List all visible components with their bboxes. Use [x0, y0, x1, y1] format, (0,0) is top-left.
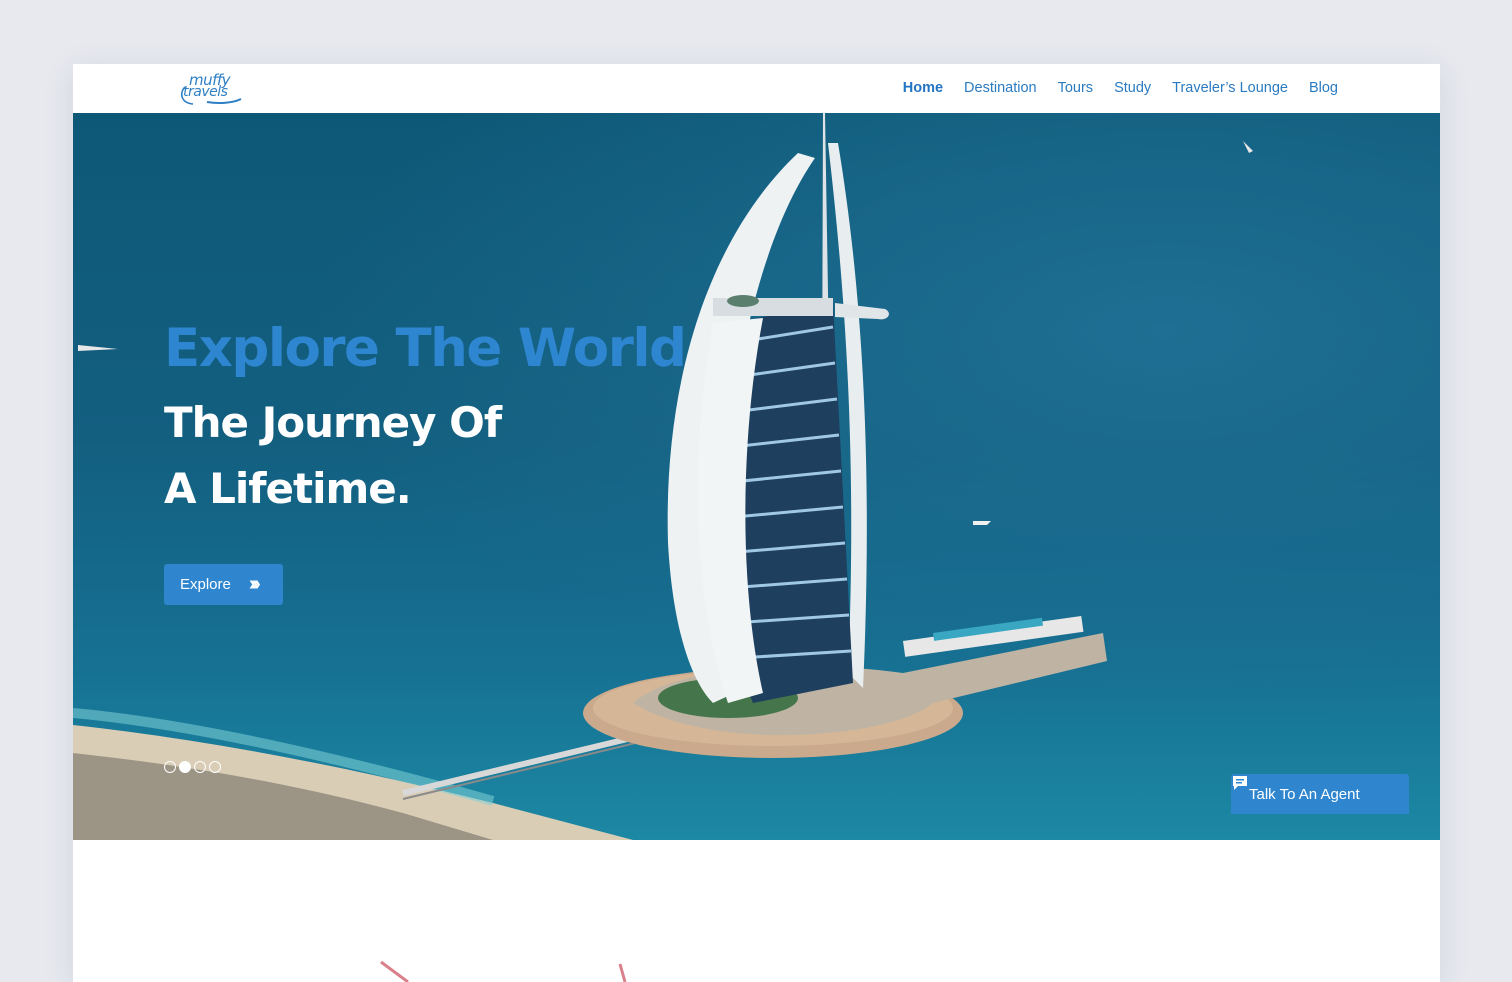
hero-slider: Explore The World The Journey Of A Lifet… — [73, 113, 1440, 840]
below-fold-section — [73, 840, 1440, 982]
talk-to-agent-label: Talk To An Agent — [1249, 785, 1360, 803]
explore-button-label: Explore — [180, 576, 231, 593]
top-navbar: muffy travels Home Destination Tours Stu… — [73, 64, 1440, 113]
explore-button[interactable]: Explore ››› — [164, 564, 283, 605]
slider-dot-4[interactable] — [209, 761, 221, 773]
double-chevron-right-icon: ››› — [248, 573, 261, 595]
nav-item-study[interactable]: Study — [1114, 80, 1151, 96]
nav-item-destination[interactable]: Destination — [964, 80, 1037, 96]
nav-item-blog[interactable]: Blog — [1309, 80, 1338, 96]
hero-title-line-1: The Journey Of — [164, 398, 502, 447]
main-nav: Home Destination Tours Study Traveler’s … — [903, 80, 1338, 96]
chat-icon — [1233, 776, 1247, 790]
slider-dot-1[interactable] — [164, 761, 176, 773]
hero-title-line-2: A Lifetime. — [164, 464, 412, 513]
slider-dot-2[interactable] — [179, 761, 191, 773]
talk-to-agent-button[interactable]: Talk To An Agent — [1231, 774, 1409, 814]
hero-title-accent: Explore The World — [164, 318, 687, 379]
slider-pagination — [164, 761, 221, 773]
decorative-strokes — [380, 960, 627, 982]
nav-item-tours[interactable]: Tours — [1058, 80, 1093, 96]
nav-item-travelers-lounge[interactable]: Traveler’s Lounge — [1172, 80, 1288, 96]
logo[interactable]: muffy travels — [177, 71, 247, 107]
browser-page: muffy travels Home Destination Tours Stu… — [73, 64, 1440, 982]
nav-item-home[interactable]: Home — [903, 80, 943, 96]
logo-swoosh-icon — [180, 86, 242, 105]
slider-dot-3[interactable] — [194, 761, 206, 773]
